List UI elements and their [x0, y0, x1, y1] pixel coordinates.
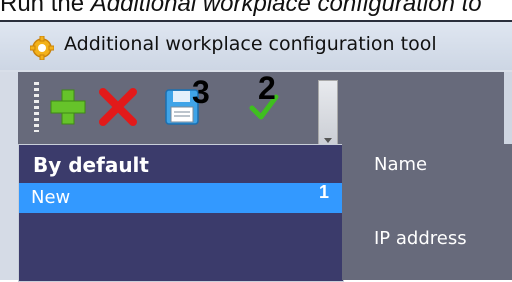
delete-button[interactable] [94, 82, 142, 132]
properties-panel: Name IP address [342, 144, 512, 280]
toolbar-grip[interactable] [34, 82, 39, 132]
caption-prefix: Run the [0, 0, 91, 17]
ip-address-label: IP address [374, 228, 467, 249]
instruction-caption: Run the Additional workplace configurati… [0, 0, 512, 20]
title-bar: Additional workplace configuration tool [0, 22, 512, 70]
list-item-label: New [31, 187, 71, 208]
app-window: Additional workplace configuration tool … [0, 20, 512, 282]
workplace-list[interactable]: By default New 1 [18, 144, 344, 282]
toolbar-overflow-button[interactable] [318, 80, 338, 150]
add-icon [50, 89, 86, 125]
window-title: Additional workplace configuration tool [64, 33, 437, 55]
callout-number-1: 1 [319, 182, 330, 202]
callout-number-3: 3 [192, 74, 210, 110]
delete-icon [99, 88, 137, 126]
window-frame-left [0, 72, 18, 280]
toolbar-right [338, 72, 512, 144]
list-item[interactable]: New 1 [19, 183, 343, 213]
gear-icon [30, 36, 54, 60]
callout-number-2: 2 [258, 70, 276, 106]
list-header: By default [33, 153, 149, 177]
add-button[interactable] [44, 82, 92, 132]
name-label: Name [374, 154, 428, 175]
caption-italic: Additional workplace configuration to [90, 0, 482, 17]
